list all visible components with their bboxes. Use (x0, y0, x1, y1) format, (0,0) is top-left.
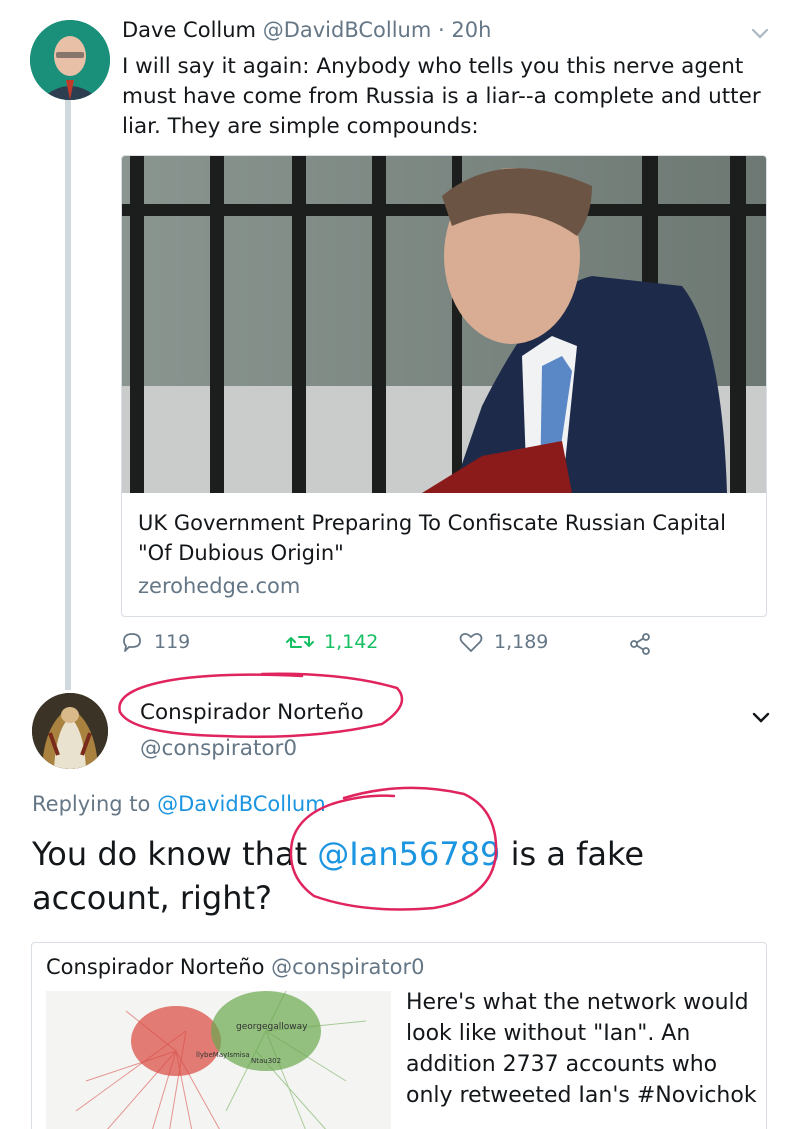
avatar[interactable] (30, 20, 110, 100)
quoted-tweet-header: Conspirador Norteño @conspirator0 (46, 955, 425, 979)
share-icon (630, 633, 650, 655)
network-graph-image[interactable]: georgegalloway llybeMayIsmisa Ntau302 (46, 991, 391, 1129)
author-name[interactable]: Dave Collum (122, 18, 256, 42)
tweet-text: I will say it again: Anybody who tells y… (122, 54, 761, 139)
quoted-tweet-text: Here's what the network would look like … (406, 990, 757, 1108)
tweet-header: Dave Collum @DavidBCollum · 20h (122, 18, 491, 42)
link-card[interactable]: UK Government Preparing To Confiscate Ru… (121, 155, 767, 617)
author-handle[interactable]: @conspirator0 (140, 736, 297, 761)
chevron-down-icon[interactable] (750, 26, 770, 42)
author-handle[interactable]: @DavidBCollum (263, 18, 432, 42)
graph-label: georgegalloway (236, 1022, 308, 1032)
reply-button[interactable]: 119 (120, 630, 190, 654)
heart-icon (459, 632, 483, 652)
author-name[interactable]: Conspirador Norteño (140, 700, 364, 725)
quoted-author-name: Conspirador Norteño (46, 955, 265, 979)
replying-to-link[interactable]: @DavidBCollum (157, 792, 326, 816)
avatar[interactable] (32, 693, 108, 769)
reply-icon (123, 633, 141, 652)
card-image (122, 156, 766, 493)
separator-dot: · (438, 18, 445, 42)
like-button[interactable]: 1,189 (458, 630, 548, 654)
card-title: UK Government Preparing To Confiscate Ru… (138, 511, 726, 565)
quoted-author-handle: @conspirator0 (271, 955, 425, 979)
avatar-photo (32, 693, 108, 769)
retweet-count: 1,142 (324, 631, 379, 653)
replying-to-label: Replying to (32, 792, 158, 816)
reply-count: 119 (154, 631, 191, 653)
tweet-actions: 119 1,142 1,189 (0, 630, 787, 662)
share-button[interactable] (628, 632, 662, 656)
retweet-icon (286, 636, 314, 648)
graph-label: llybeMayIsmisa (196, 1051, 250, 1059)
replying-to: Replying to @DavidBCollum (32, 792, 326, 816)
quoted-tweet[interactable]: Conspirador Norteño @conspirator0 george… (31, 942, 767, 1129)
graph-label: Ntau302 (251, 1057, 281, 1065)
thread-connector-line (65, 100, 71, 690)
mention-link[interactable]: @Ian56789 (317, 835, 500, 873)
reply-text-start: You do know that (32, 835, 318, 873)
reply-text: You do know that @Ian56789 is a fake acc… (32, 832, 752, 920)
retweet-button[interactable]: 1,142 (286, 630, 378, 654)
chevron-down-icon[interactable] (751, 710, 771, 726)
avatar-photo (30, 20, 110, 100)
tweet-timestamp[interactable]: 20h (451, 18, 491, 42)
like-count: 1,189 (494, 631, 549, 653)
card-domain: zerohedge.com (138, 574, 301, 598)
